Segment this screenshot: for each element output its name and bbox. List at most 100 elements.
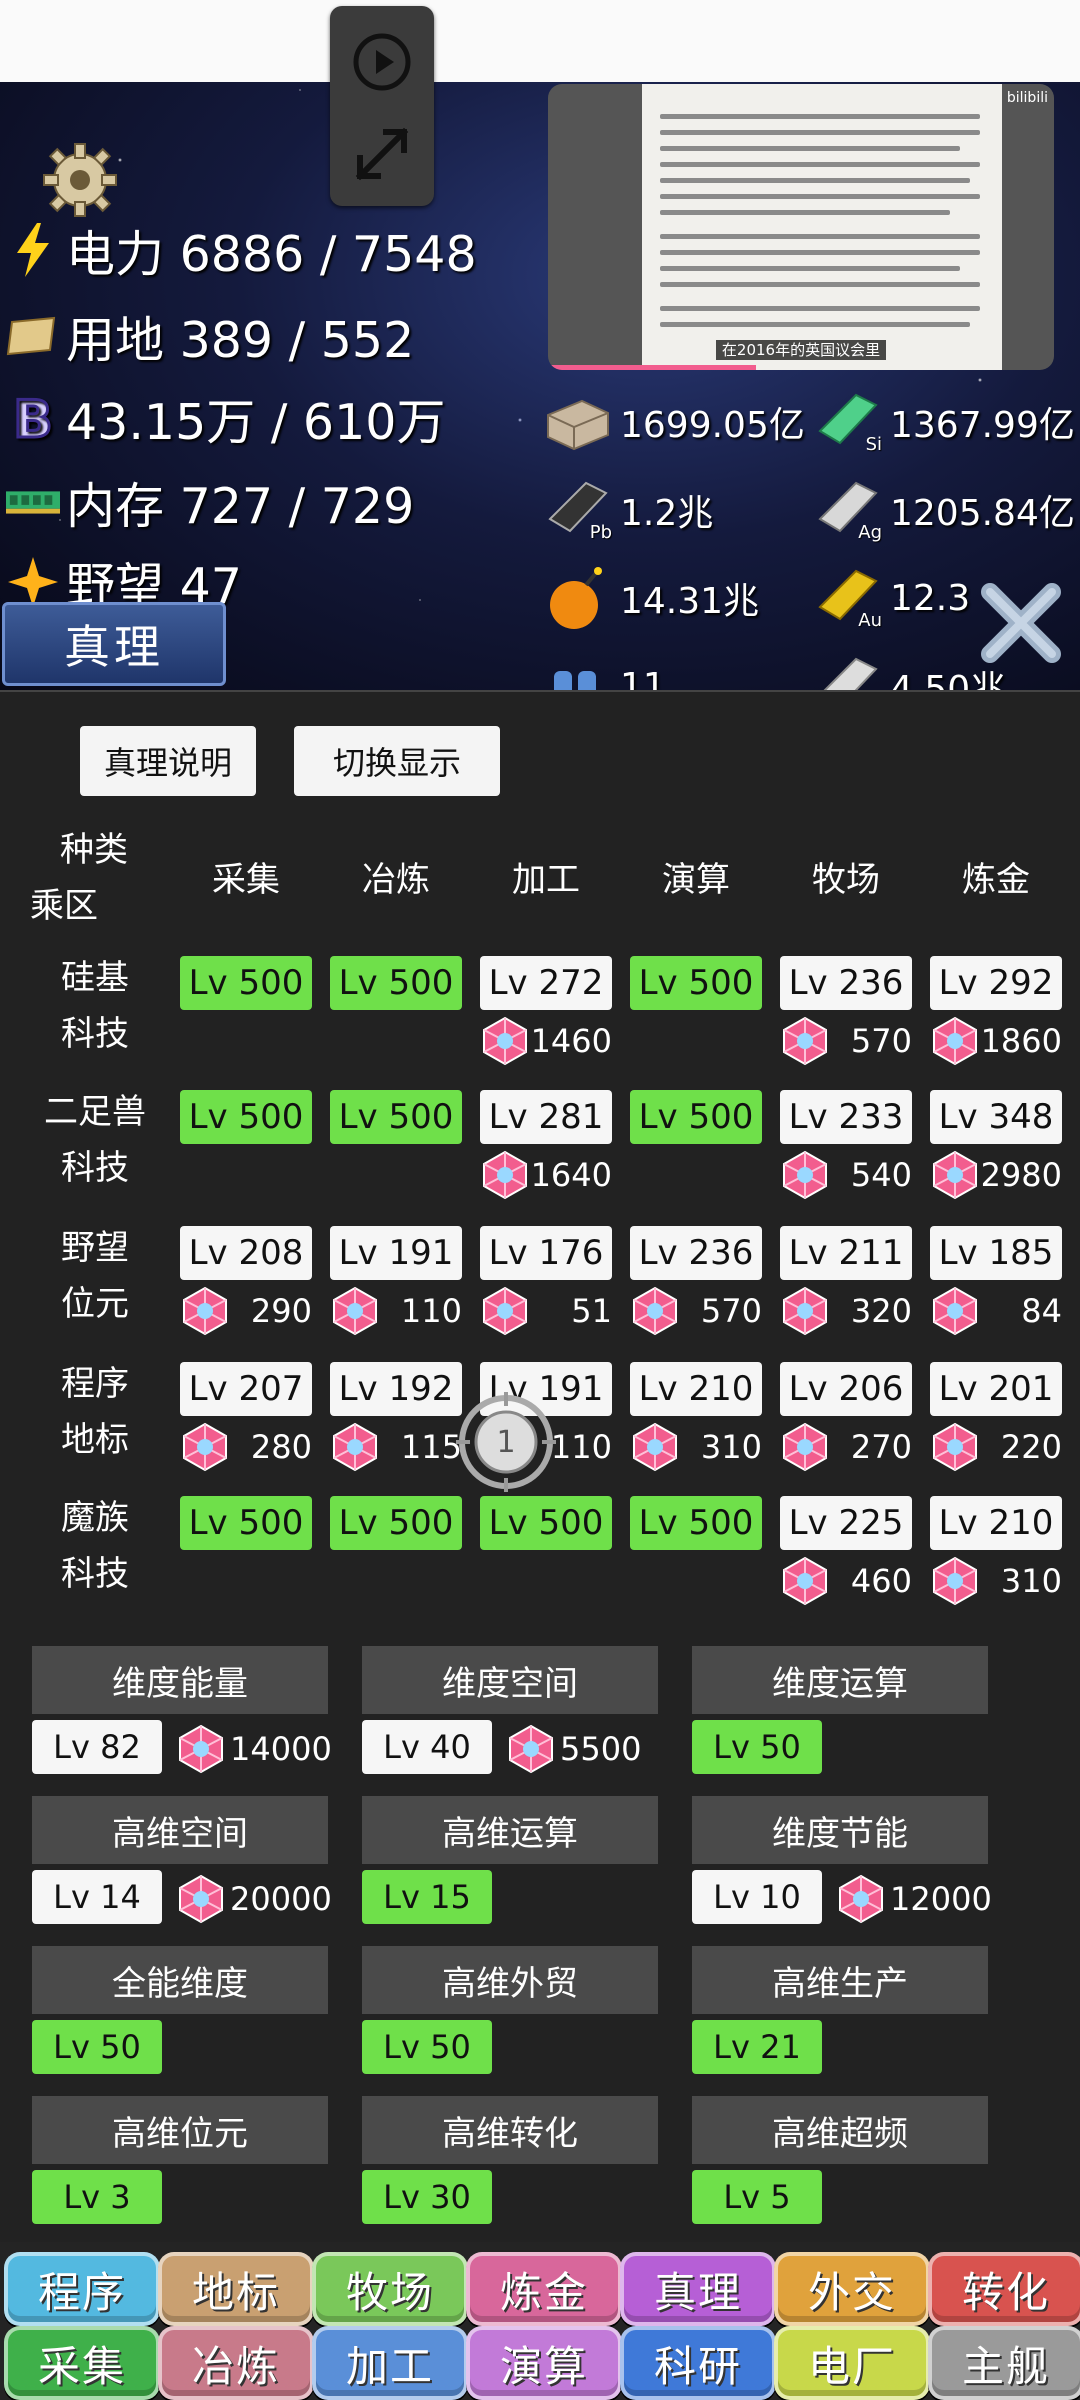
crystal-gem-icon [483,1286,527,1336]
dimension-cost: 20000 [176,1872,332,1926]
crystal-gem-icon [633,1422,677,1472]
row-label: 二足兽 科技 [44,1092,146,1188]
crystal-gem-icon [783,1016,827,1066]
media-control-panel [330,6,434,206]
nav-button[interactable]: 科研 [620,2326,776,2400]
floating-indicator[interactable]: 1 [456,1392,556,1492]
b-coin-icon: B [6,391,60,445]
level-cell[interactable]: Lv 225 [780,1496,912,1550]
level-cell[interactable]: Lv 500 [330,1090,462,1144]
close-icon[interactable] [976,578,1066,668]
dimension-title: 维度能量 [32,1646,328,1714]
level-cell[interactable]: Lv 500 [630,1090,762,1144]
status-strip [0,0,1080,82]
upgrade-cost: 270 [780,1420,912,1474]
nav-button[interactable]: 电厂 [774,2326,930,2400]
level-cell[interactable]: Lv 348 [930,1090,1062,1144]
video-progress-bar[interactable] [548,365,756,370]
level-cell[interactable]: Lv 236 [780,956,912,1010]
upgrade-cost: 570 [780,1014,912,1068]
dimension-level[interactable]: Lv 40 [362,1720,492,1774]
nav-button[interactable]: 转化 [928,2252,1080,2326]
dimension-level[interactable]: Lv 50 [362,2020,492,2074]
nav-button[interactable]: 程序 [4,2252,160,2326]
nav-button[interactable]: 外交 [774,2252,930,2326]
level-cell[interactable]: Lv 192 [330,1362,462,1416]
dimension-cost: 5500 [506,1722,641,1776]
dimension-level[interactable]: Lv 50 [692,1720,822,1774]
level-cell[interactable]: Lv 281 [480,1090,612,1144]
level-cell[interactable]: Lv 500 [630,1496,762,1550]
dimension-level[interactable]: Lv 50 [32,2020,162,2074]
level-cell[interactable]: Lv 236 [630,1226,762,1280]
level-cell[interactable]: Lv 272 [480,956,612,1010]
upgrade-cost: 51 [480,1284,612,1338]
nav-button[interactable]: 冶炼 [158,2326,314,2400]
switch-display-button[interactable]: 切换显示 [294,726,500,796]
truth-tab[interactable]: 真理 [2,602,226,686]
level-cell[interactable]: Lv 210 [630,1362,762,1416]
nav-button[interactable]: 加工 [312,2326,468,2400]
land-stat: 用地 389 / 552 [6,306,414,369]
dimension-level[interactable]: Lv 15 [362,1870,492,1924]
level-cell[interactable]: Lv 500 [180,1090,312,1144]
dimension-title: 高维空间 [32,1796,328,1864]
nav-button[interactable]: 牧场 [312,2252,468,2326]
dimension-level[interactable]: Lv 21 [692,2020,822,2074]
settings-gear-icon[interactable] [42,142,118,218]
level-cell[interactable]: Lv 500 [480,1496,612,1550]
level-cell[interactable]: Lv 500 [330,956,462,1010]
floating-badge-text: 1 [496,1425,515,1460]
dimension-level[interactable]: Lv 82 [32,1720,162,1774]
level-cell[interactable]: Lv 500 [630,956,762,1010]
level-cell[interactable]: Lv 176 [480,1226,612,1280]
gold-ingot-icon: Au [812,563,882,633]
upgrade-cost: 115 [330,1420,462,1474]
dimension-level[interactable]: Lv 3 [32,2170,162,2224]
level-cell[interactable]: Lv 201 [930,1362,1062,1416]
level-cell[interactable]: Lv 292 [930,956,1062,1010]
expand-icon[interactable] [352,124,412,184]
upgrade-cost: 310 [930,1554,1062,1608]
level-cell[interactable]: Lv 500 [180,956,312,1010]
video-overlay[interactable]: bilibili 在2016年的英国议会里 [548,84,1054,370]
level-cell[interactable]: Lv 211 [780,1226,912,1280]
dimension-level[interactable]: Lv 30 [362,2170,492,2224]
level-cell[interactable]: Lv 233 [780,1090,912,1144]
level-cell[interactable]: Lv 210 [930,1496,1062,1550]
crystal-gem-icon [839,1874,883,1924]
level-cell[interactable]: Lv 208 [180,1226,312,1280]
resource-header: 电力 6886 / 7548 用地 389 / 552 B 43.15万 / 6… [0,0,1080,690]
crystal-gem-icon [183,1422,227,1472]
column-header: 采集 [212,860,280,900]
nav-button[interactable]: 演算 [466,2326,622,2400]
upgrade-cost: 220 [930,1420,1062,1474]
dimension-level[interactable]: Lv 14 [32,1870,162,1924]
dimension-level[interactable]: Lv 5 [692,2170,822,2224]
truth-description-button[interactable]: 真理说明 [80,726,256,796]
crystal-gem-icon [933,1422,977,1472]
silver-ingot-icon: Ag [812,475,882,545]
material-gold: Au 12.3 [812,558,970,638]
nav-button[interactable]: 地标 [158,2252,314,2326]
play-icon[interactable] [352,32,412,92]
level-cell[interactable]: Lv 206 [780,1362,912,1416]
level-cell[interactable]: Lv 500 [180,1496,312,1550]
ingot-icon [812,651,882,690]
crystal-gem-icon [483,1016,527,1066]
level-cell[interactable]: Lv 500 [330,1496,462,1550]
ram-chip-icon [6,475,60,529]
nav-button[interactable]: 采集 [4,2326,160,2400]
memory-text: 内存 727 / 729 [66,477,415,535]
level-cell[interactable]: Lv 191 [330,1226,462,1280]
crystal-gem-icon [179,1724,223,1774]
dimension-level[interactable]: Lv 10 [692,1870,822,1924]
nav-button[interactable]: 真理 [620,2252,776,2326]
stone-block-icon [542,387,612,457]
upgrade-cost: 320 [780,1284,912,1338]
dimension-cost: 12000 [836,1872,992,1926]
level-cell[interactable]: Lv 185 [930,1226,1062,1280]
level-cell[interactable]: Lv 207 [180,1362,312,1416]
nav-button[interactable]: 主舰 [928,2326,1080,2400]
nav-button[interactable]: 炼金 [466,2252,622,2326]
